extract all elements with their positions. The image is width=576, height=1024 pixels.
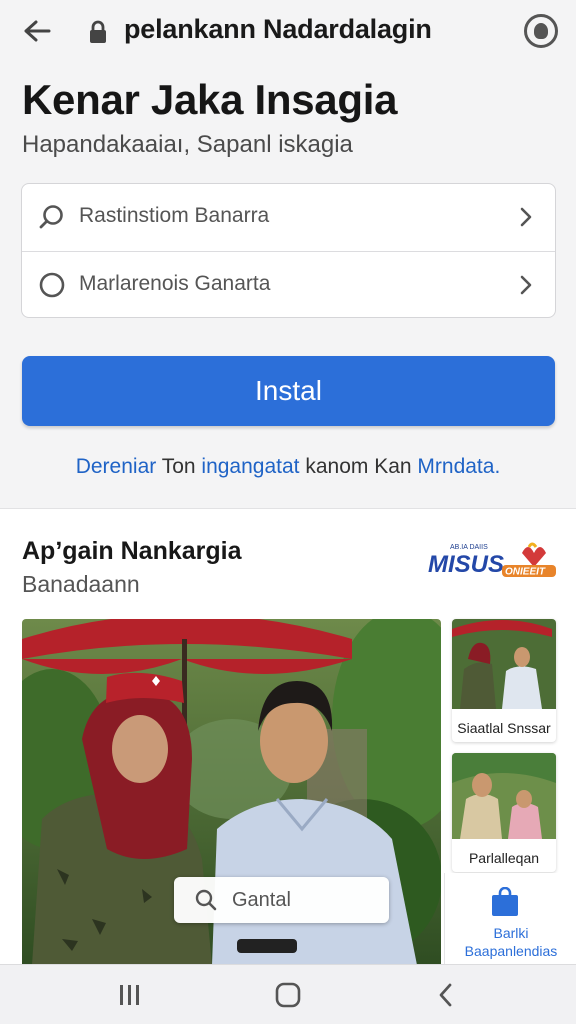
note-text: kanom Kan (299, 455, 418, 478)
option-label: Rastinstiom Banarra (79, 204, 270, 227)
page-title: Kenar Jaka Insagia (22, 76, 398, 123)
note-link[interactable]: Dereniar (76, 455, 157, 478)
thumbnail-card[interactable]: Siaatlal Snssar (452, 619, 556, 742)
search-value: Gantal (232, 888, 291, 911)
thumbnail-image (452, 753, 556, 839)
section-subtitle: Banadaann (22, 571, 140, 597)
options-list: Rastinstiom Banarra Marlarenois Ganarta (21, 183, 556, 318)
bag-card-subtitle: Baapanlendias (464, 943, 558, 959)
app-section: Apʼgain Nankargia Banadaann AB.IA DAIIS … (0, 508, 576, 965)
chevron-right-icon (515, 274, 537, 296)
logo-small-text: AB.IA DAIIS (450, 544, 488, 551)
search-icon (194, 888, 218, 912)
page-subtitle: Hapandakaaiaı, Sapanl iskagia (22, 131, 353, 158)
recent-apps-icon[interactable] (112, 979, 148, 1011)
logo-accent-text: ONIEEIT (505, 567, 546, 578)
lock-icon (88, 20, 108, 44)
option-item[interactable]: Marlarenois Ganarta (22, 250, 555, 318)
terms-note: Dereniar Ton ingangatat kanom Kan Mrndat… (0, 455, 576, 479)
thumbnail-caption: Siaatlal Snssar (457, 720, 551, 736)
thumbnail-caption: Parlalleqan (468, 850, 540, 866)
search-icon (38, 203, 66, 231)
note-link[interactable]: ingangatat (201, 455, 299, 478)
url-text[interactable]: pelankann Nadardalagin (124, 14, 432, 45)
home-icon[interactable] (270, 979, 306, 1011)
bag-card[interactable]: Barlki Baapanlendias (444, 873, 576, 965)
note-text: Ton (156, 455, 202, 478)
bag-card-title: Barlki (493, 925, 529, 941)
option-label: Marlarenois Ganarta (79, 271, 271, 295)
screen: pelankann Nadardalagin Kenar Jaka Insagi… (0, 0, 576, 1024)
thumbnail-card[interactable]: Parlalleqan (452, 753, 556, 872)
site-info-icon[interactable] (524, 14, 558, 48)
install-button[interactable]: Instal (22, 356, 555, 426)
back-arrow-icon[interactable] (20, 14, 54, 48)
option-item[interactable]: Rastinstiom Banarra (22, 184, 555, 251)
chevron-right-icon (515, 206, 537, 228)
shopping-bag-icon (491, 886, 519, 917)
browser-top-bar: pelankann Nadardalagin (0, 0, 576, 64)
system-nav-bar (0, 964, 576, 1024)
image-search-bar[interactable]: Gantal (174, 877, 389, 923)
note-link[interactable]: Mrndata. (417, 455, 500, 478)
radio-circle-icon[interactable] (38, 271, 66, 299)
back-icon[interactable] (428, 979, 464, 1011)
feature-photo[interactable]: Gantal (22, 619, 441, 965)
logo-main-text: MISUS (428, 551, 504, 578)
thumbnail-image (452, 619, 556, 709)
section-title: Apʼgain Nankargia (22, 537, 242, 565)
brand-logo: AB.IA DAIIS MISUS ONIEEIT (428, 539, 556, 585)
